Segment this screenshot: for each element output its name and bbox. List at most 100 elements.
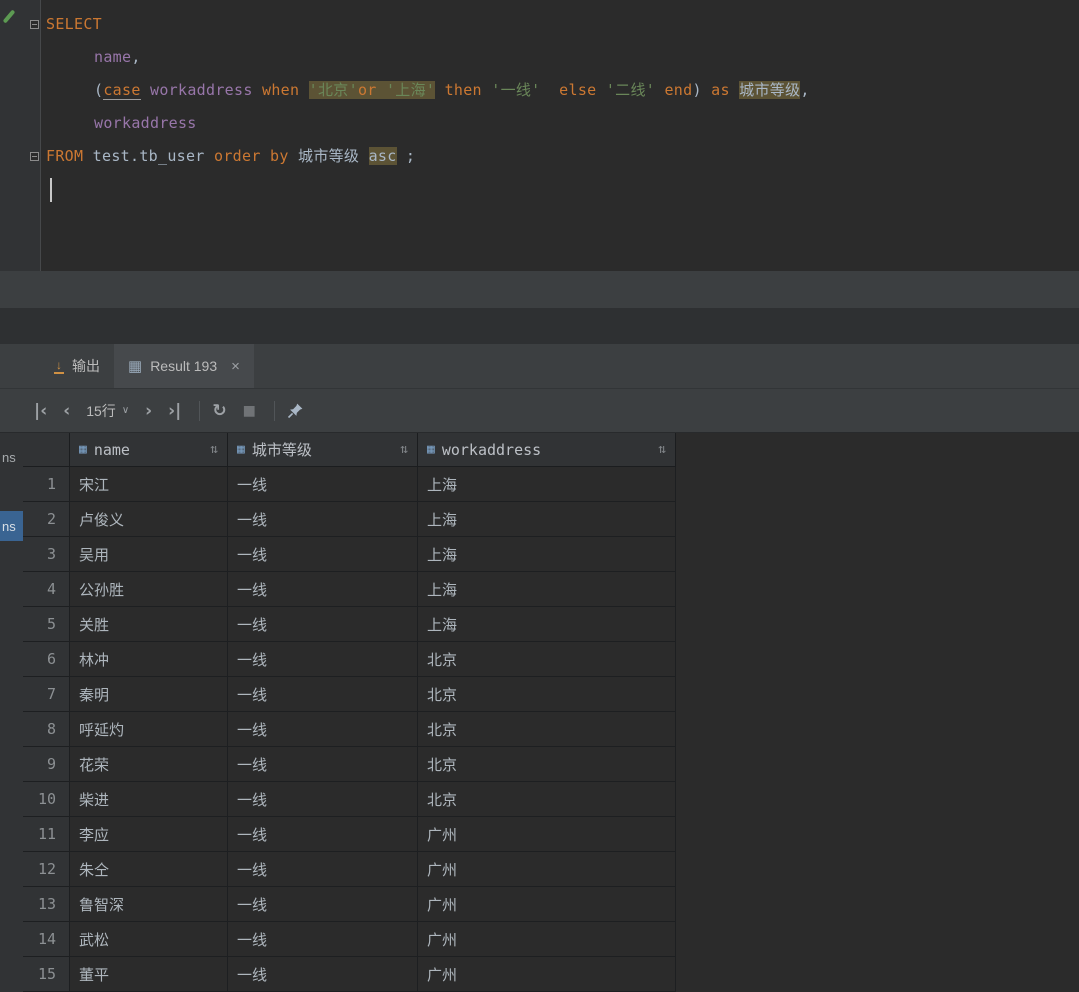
table-cell[interactable]: 一线 [228,817,418,851]
row-number[interactable]: 9 [23,747,70,781]
table-cell[interactable]: 秦明 [70,677,228,711]
table-cell[interactable]: 北京 [418,782,676,816]
table-cell[interactable]: 一线 [228,957,418,991]
row-number[interactable]: 4 [23,572,70,606]
table-cell[interactable]: 柴进 [70,782,228,816]
code-token: ( [94,81,104,99]
table-cell[interactable]: 一线 [228,467,418,501]
table-cell[interactable]: 广州 [418,887,676,921]
table-cell[interactable]: 北京 [418,677,676,711]
table-cell[interactable]: 鲁智深 [70,887,228,921]
row-number[interactable]: 2 [23,502,70,536]
row-number[interactable]: 15 [23,957,70,991]
table-cell[interactable]: 董平 [70,957,228,991]
table-cell[interactable]: 广州 [418,957,676,991]
table-cell[interactable]: 卢俊义 [70,502,228,536]
row-number[interactable]: 8 [23,712,70,746]
tab-output[interactable]: ↓ 输出 [40,344,114,388]
table-cell[interactable]: 关胜 [70,607,228,641]
inspection-ok-icon[interactable] [2,9,16,24]
table-cell[interactable]: 北京 [418,747,676,781]
row-number[interactable]: 14 [23,922,70,956]
sql-editor[interactable]: SELECT name, (case workaddress when '北京'or… [0,0,1079,271]
table-cell[interactable]: 上海 [418,467,676,501]
table-cell[interactable]: 北京 [418,642,676,676]
table-cell[interactable]: 上海 [418,607,676,641]
next-page-button[interactable]: › [145,401,152,421]
code-line[interactable] [41,173,1079,206]
close-icon[interactable]: × [231,358,240,375]
table-cell[interactable]: 宋江 [70,467,228,501]
pin-icon[interactable] [287,402,304,419]
row-number[interactable]: 6 [23,642,70,676]
table-cell[interactable]: 上海 [418,537,676,571]
fold-marker-icon[interactable] [30,20,39,29]
page-size-select[interactable]: 15行 ∨ [86,401,129,421]
table-cell[interactable]: 一线 [228,782,418,816]
table-cell[interactable]: 一线 [228,502,418,536]
table-cell[interactable]: 林冲 [70,642,228,676]
row-number[interactable]: 1 [23,467,70,501]
code-lines[interactable]: SELECT name, (case workaddress when '北京'or… [41,8,1079,206]
table-cell[interactable]: 一线 [228,572,418,606]
prev-page-button[interactable]: ‹ [63,401,70,421]
code-line[interactable]: workaddress [41,107,1079,140]
stop-button[interactable]: ■ [243,403,256,419]
results-toolbar: |‹ ‹ 15行 ∨ › ›| ↻ ■ [0,389,1079,433]
table-cell[interactable]: 一线 [228,677,418,711]
code-line[interactable]: (case workaddress when '北京'or '上海' then … [41,74,1079,107]
code-line[interactable]: name, [41,41,1079,74]
splitter-band[interactable] [0,271,1079,308]
column-header-name[interactable]: ▦ name ⇅ [70,433,228,466]
sort-icon[interactable]: ⇅ [392,442,408,457]
sort-icon[interactable]: ⇅ [202,442,218,457]
code-token: SELECT [46,15,102,33]
row-number[interactable]: 7 [23,677,70,711]
table-cell[interactable]: 一线 [228,607,418,641]
table-cell[interactable]: 一线 [228,747,418,781]
table-cell[interactable]: 吴用 [70,537,228,571]
table-cell[interactable]: 广州 [418,852,676,886]
table-cell[interactable]: 一线 [228,537,418,571]
stripe-button[interactable]: ns [0,445,23,469]
row-number[interactable]: 5 [23,607,70,641]
table-cell[interactable]: 广州 [418,817,676,851]
column-header-城市等级[interactable]: ▦ 城市等级 ⇅ [228,433,418,466]
table-cell[interactable]: 公孙胜 [70,572,228,606]
code-line[interactable]: FROM test.tb_user order by 城市等级 asc ; [41,140,1079,173]
column-label: name [93,440,130,459]
stripe-button[interactable]: ns [0,511,23,541]
table-cell[interactable]: 上海 [418,502,676,536]
row-number[interactable]: 11 [23,817,70,851]
table-cell[interactable]: 北京 [418,712,676,746]
table-cell[interactable]: 一线 [228,922,418,956]
table-cell[interactable]: 一线 [228,852,418,886]
first-page-button[interactable]: |‹ [34,401,47,421]
table-cell[interactable]: 朱仝 [70,852,228,886]
table-cell[interactable]: 花荣 [70,747,228,781]
code-token: when [262,81,300,99]
row-number[interactable]: 13 [23,887,70,921]
row-number[interactable]: 3 [23,537,70,571]
code-line[interactable]: SELECT [41,8,1079,41]
column-header-workaddress[interactable]: ▦ workaddress ⇅ [418,433,676,466]
table-cell[interactable]: 广州 [418,922,676,956]
code-token: '一线' [491,81,541,99]
last-page-button[interactable]: ›| [168,401,181,421]
table-row: 13 鲁智深 一线 广州 [23,887,676,922]
table-cell[interactable]: 呼延灼 [70,712,228,746]
row-number[interactable]: 12 [23,852,70,886]
table-cell[interactable]: 武松 [70,922,228,956]
refresh-button[interactable]: ↻ [212,401,226,421]
table-cell[interactable]: 一线 [228,887,418,921]
sort-icon[interactable]: ⇅ [650,442,666,457]
row-number[interactable]: 10 [23,782,70,816]
table-row: 14 武松 一线 广州 [23,922,676,957]
table-cell[interactable]: 一线 [228,642,418,676]
tab-result-193[interactable]: ▦ Result 193 × [114,344,254,388]
table-cell[interactable]: 李应 [70,817,228,851]
table-cell[interactable]: 上海 [418,572,676,606]
table-cell[interactable]: 一线 [228,712,418,746]
fold-marker-icon[interactable] [30,152,39,161]
